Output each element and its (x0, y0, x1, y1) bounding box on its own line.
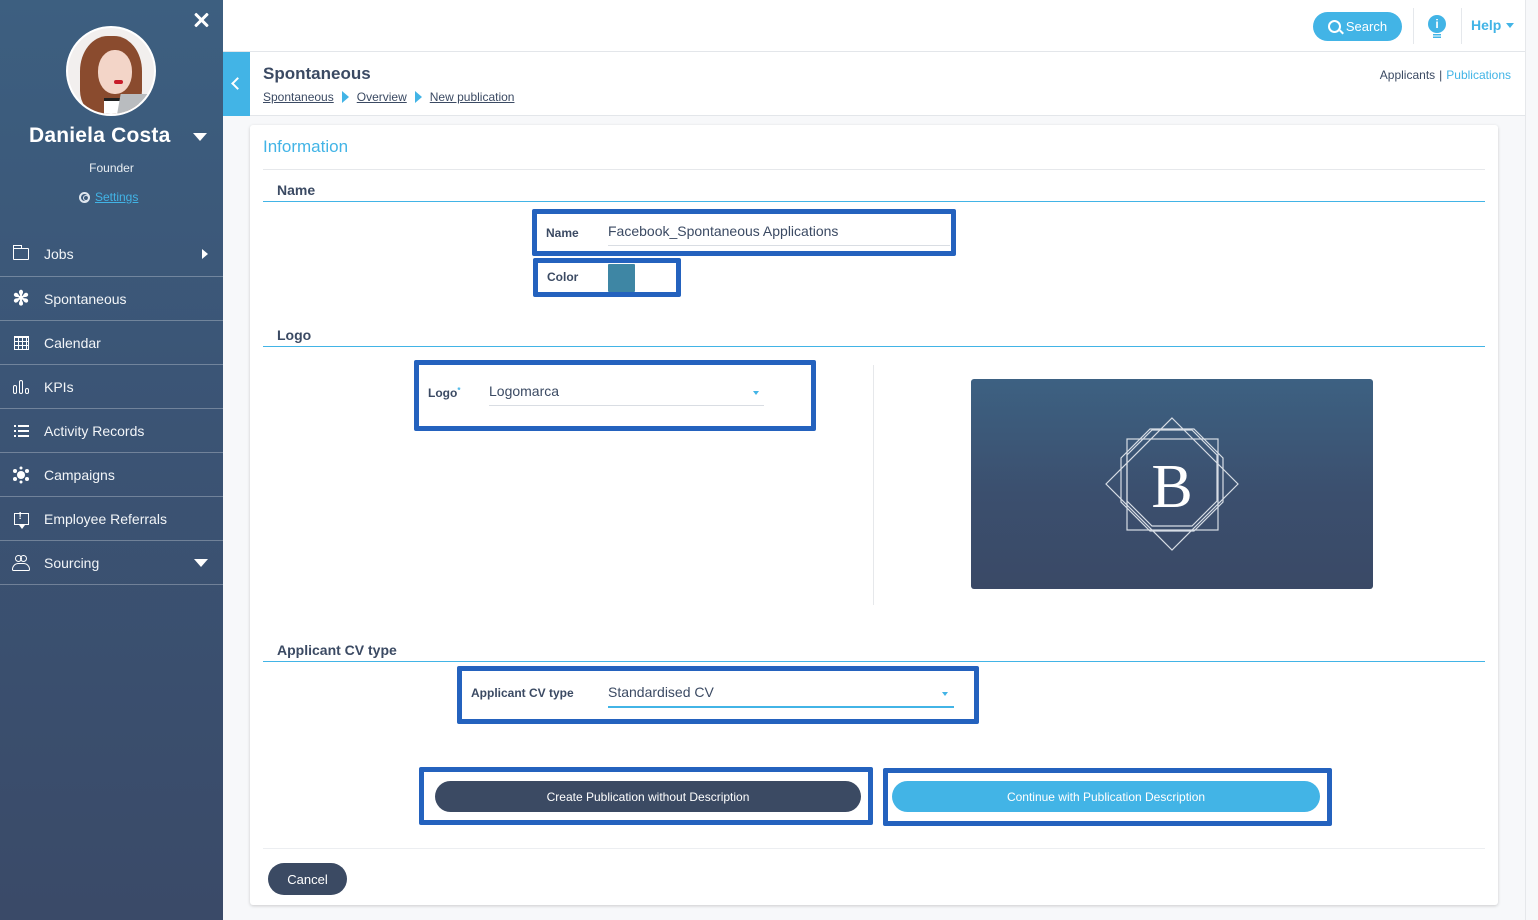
sidebar-item-employee-referrals[interactable]: Employee Referrals (0, 497, 223, 541)
sidebar-item-jobs[interactable]: Jobs (0, 232, 223, 277)
color-label: Color (547, 270, 579, 284)
sidebar-item-label: KPIs (44, 378, 74, 395)
folder-icon (12, 245, 30, 263)
section-heading-logo: Logo (277, 327, 312, 343)
list-icon (12, 422, 30, 440)
user-name: Daniela Costa (29, 124, 171, 147)
breadcrumb-arrow-icon (341, 91, 349, 103)
search-icon (1327, 20, 1341, 33)
required-asterisk: * (457, 386, 461, 395)
color-swatch[interactable] (608, 264, 635, 292)
calendar-icon (12, 334, 30, 352)
sidebar-item-calendar[interactable]: Calendar (0, 321, 223, 365)
close-sidebar-icon[interactable] (193, 12, 209, 28)
section-divider (263, 201, 1485, 202)
sidebar-item-label: Employee Referrals (44, 510, 167, 527)
logo-label: Logo* (428, 386, 460, 400)
tab-publications[interactable]: Publications (1446, 68, 1511, 82)
asterisk-icon: ✻ (12, 288, 30, 310)
divider (263, 169, 1485, 170)
breadcrumb-arrow-icon (414, 91, 422, 103)
info-glyph: i (1428, 15, 1446, 33)
chevron-down-icon (194, 558, 208, 567)
divider (1461, 8, 1462, 44)
gear-icon (79, 191, 90, 203)
logo-label-text: Logo (428, 386, 458, 400)
cv-type-field-group: Applicant CV type Standardised CV (457, 666, 979, 724)
dropdown-caret-icon[interactable] (753, 391, 759, 395)
logo-field-group: Logo* Logomarca (414, 360, 816, 431)
create-publication-without-description-button[interactable]: Create Publication without Description (435, 781, 861, 812)
lightbulb-info-icon[interactable]: i (1428, 15, 1446, 39)
logo-emblem-icon: B (1105, 417, 1239, 551)
information-card: Information Name Name Facebook_Spontaneo… (250, 125, 1498, 905)
section-divider (263, 346, 1485, 347)
people-icon (12, 554, 30, 572)
help-menu[interactable]: Help (1471, 17, 1515, 33)
color-field-group: Color (533, 258, 681, 297)
search-label: Search (1345, 19, 1388, 34)
sidebar-item-activity-records[interactable]: Activity Records (0, 409, 223, 453)
logo-preview-image: B (971, 379, 1373, 589)
user-role: Founder (89, 161, 134, 175)
tab-separator: | (1439, 68, 1443, 82)
settings-link[interactable]: Settings (79, 190, 138, 204)
view-tabs: Applicants | Publications (1380, 68, 1511, 82)
sidebar-item-label: Activity Records (44, 422, 145, 439)
name-input[interactable]: Facebook_Spontaneous Applications (608, 223, 950, 246)
referral-icon (12, 510, 30, 529)
dropdown-caret-icon[interactable] (942, 692, 948, 696)
chevron-down-icon (1506, 22, 1515, 28)
network-icon (12, 466, 30, 484)
sidebar-item-label: Sourcing (44, 554, 100, 571)
divider (263, 848, 1485, 849)
scrollbar[interactable] (1525, 0, 1538, 920)
continue-button-highlight: Continue with Publication Description (883, 768, 1332, 826)
cv-type-label: Applicant CV type (471, 686, 574, 700)
avatar[interactable] (66, 26, 156, 116)
create-button-highlight: Create Publication without Description (419, 767, 873, 825)
user-menu-chevron-down-icon[interactable] (193, 133, 207, 141)
vertical-divider (873, 365, 874, 605)
sidebar-nav: Jobs ✻ Spontaneous Calendar KPIs Activit… (0, 232, 223, 585)
breadcrumb-item[interactable]: Spontaneous (263, 90, 334, 104)
sidebar-item-label: Campaigns (44, 466, 115, 483)
divider (1413, 8, 1414, 44)
logo-letter: B (1151, 453, 1192, 521)
tab-applicants[interactable]: Applicants (1380, 68, 1435, 82)
sidebar-item-label: Jobs (44, 246, 74, 262)
section-heading-cv-type: Applicant CV type (277, 642, 397, 658)
card-title: Information (263, 137, 349, 156)
help-label: Help (1471, 17, 1502, 33)
sidebar-item-kpis[interactable]: KPIs (0, 365, 223, 409)
back-chevron-left-icon[interactable] (223, 52, 250, 116)
page-header: Spontaneous Spontaneous Overview New pub… (223, 52, 1525, 116)
section-heading-name: Name (277, 182, 316, 198)
name-field-group: Name Facebook_Spontaneous Applications (532, 209, 956, 256)
name-label: Name (546, 226, 579, 240)
sidebar-item-campaigns[interactable]: Campaigns (0, 453, 223, 497)
sidebar-item-label: Spontaneous (44, 290, 127, 307)
settings-label[interactable]: Settings (95, 190, 138, 204)
page-title: Spontaneous (263, 64, 371, 83)
continue-with-publication-description-button[interactable]: Continue with Publication Description (892, 781, 1320, 812)
sidebar-item-spontaneous[interactable]: ✻ Spontaneous (0, 277, 223, 321)
search-button[interactable]: Search (1313, 12, 1402, 41)
top-bar: Search i Help (223, 0, 1525, 52)
cv-type-select[interactable]: Standardised CV (608, 684, 954, 708)
sidebar-item-label: Calendar (44, 334, 101, 351)
chevron-right-icon (202, 249, 208, 259)
breadcrumb: Spontaneous Overview New publication (263, 90, 514, 104)
cancel-button[interactable]: Cancel (268, 863, 347, 895)
breadcrumb-item[interactable]: New publication (430, 90, 515, 104)
breadcrumb-item[interactable]: Overview (357, 90, 407, 104)
section-divider (263, 661, 1485, 662)
logo-select[interactable]: Logomarca (489, 383, 764, 406)
bar-chart-icon (12, 378, 30, 396)
sidebar-item-sourcing[interactable]: Sourcing (0, 541, 223, 585)
sidebar: Daniela Costa Founder Settings Jobs ✻ Sp… (0, 0, 223, 920)
